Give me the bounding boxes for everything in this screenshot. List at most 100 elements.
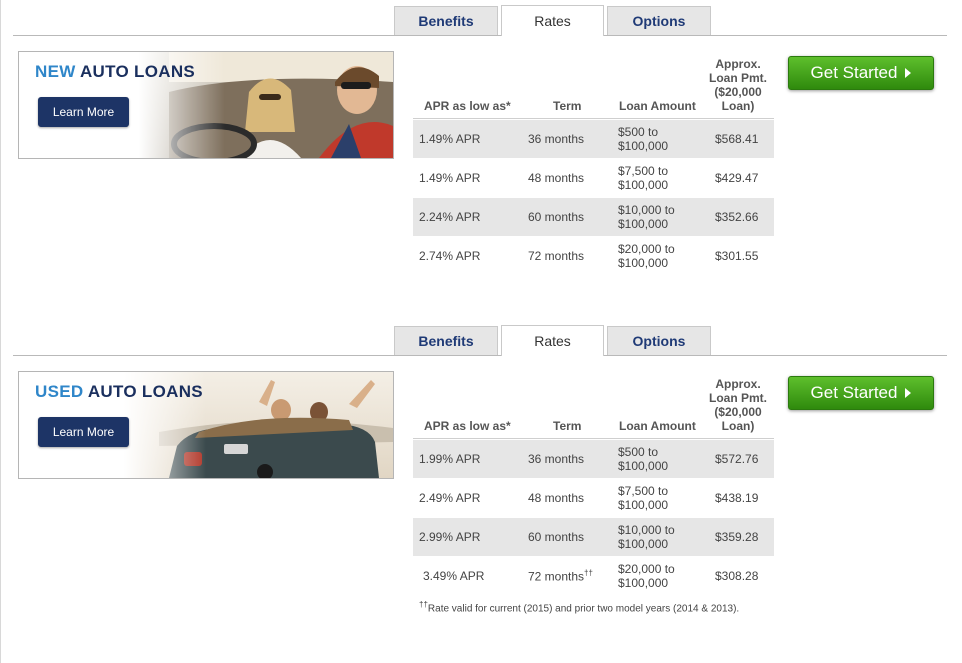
tab-benefits[interactable]: Benefits (394, 6, 498, 35)
cell-term: 48 months (528, 171, 585, 185)
amount-line: $500 to (618, 125, 659, 139)
table-header: APR as low as* Term Loan Amount Approx. … (413, 372, 774, 438)
get-started-button[interactable]: Get Started (788, 376, 934, 410)
amount-line: $100,000 (618, 576, 669, 590)
used-rates-table: APR as low as* Term Loan Amount Approx. … (413, 372, 774, 595)
get-started-label: Get Started (810, 383, 898, 402)
learn-more-button[interactable]: Learn More (38, 97, 129, 127)
promo-title-rest: AUTO LOANS (87, 382, 203, 401)
tab-options[interactable]: Options (607, 326, 711, 355)
new-auto-loans-section: Benefits Rates Options NEW AUTO LOANS Le… (0, 0, 962, 320)
amount-line: $7,500 to (618, 164, 669, 178)
cell-payment: $568.41 (715, 132, 759, 146)
tab-benefits[interactable]: Benefits (394, 326, 498, 355)
amount-line: $10,000 to (618, 523, 675, 537)
promo-title: USED AUTO LOANS (35, 382, 203, 402)
amount-line: $100,000 (618, 256, 669, 270)
table-row: 1.99% APR 36 months $500 to $100,000 $572… (413, 439, 774, 478)
footnote-marker: †† (419, 600, 428, 609)
amount-line: $7,500 to (618, 484, 669, 498)
amount-line: $100,000 (618, 537, 669, 551)
cell-term: 72 months†† (528, 569, 593, 584)
table-row: 2.74% APR 72 months $20,000 to $100,000 $… (413, 236, 774, 275)
amount-line: $100,000 (618, 217, 669, 231)
learn-more-button[interactable]: Learn More (38, 417, 129, 447)
header-pmt-line: ($20,000 (714, 405, 762, 419)
cell-loan-amount: $7,500 to $100,000 (618, 484, 668, 512)
get-started-button[interactable]: Get Started (788, 56, 934, 90)
header-apr: APR as low as* (424, 99, 511, 113)
cell-apr: 2.99% APR (419, 530, 481, 544)
header-pmt-line: Approx. (715, 57, 761, 71)
amount-line: $500 to (618, 445, 659, 459)
footnote-text: Rate valid for current (2015) and prior … (427, 603, 740, 615)
promo-title-accent: USED (35, 382, 84, 401)
header-pmt-line: ($20,000 (714, 85, 762, 99)
cell-loan-amount: $20,000 to $100,000 (618, 562, 675, 590)
cell-loan-amount: $500 to $100,000 (618, 445, 668, 473)
cell-term: 36 months (528, 132, 585, 146)
cell-term: 48 months (528, 491, 585, 505)
tab-underline (13, 355, 947, 356)
cell-payment: $429.47 (715, 171, 759, 185)
header-approx-payment: Approx. Loan Pmt. ($20,000 Loan) (705, 377, 771, 433)
cell-term: 60 months (528, 210, 585, 224)
amount-line: $20,000 to (618, 242, 675, 256)
promo-title: NEW AUTO LOANS (35, 62, 195, 82)
header-pmt-line: Approx. (715, 377, 761, 391)
cell-term: 72 months (528, 249, 585, 263)
rate-footnote: ††Rate valid for current (2015) and prio… (419, 600, 739, 614)
header-approx-payment: Approx. Loan Pmt. ($20,000 Loan) (705, 57, 771, 113)
amount-line: $100,000 (618, 498, 669, 512)
cell-apr: 2.74% APR (419, 249, 481, 263)
header-pmt-line: Loan Pmt. (708, 391, 767, 405)
term-value: 72 months (528, 569, 585, 584)
cell-payment: $352.66 (715, 210, 759, 224)
header-term: Term (553, 419, 582, 433)
cell-apr: 2.49% APR (419, 491, 481, 505)
cell-loan-amount: $500 to $100,000 (618, 125, 668, 153)
cell-loan-amount: $10,000 to $100,000 (618, 523, 675, 551)
cell-term: 60 months (528, 530, 585, 544)
table-row: 2.49% APR 48 months $7,500 to $100,000 $4… (413, 478, 774, 517)
cell-term: 36 months (528, 452, 585, 466)
amount-line: $100,000 (618, 459, 669, 473)
table-header: APR as low as* Term Loan Amount Approx. … (413, 52, 774, 118)
cell-apr: 1.49% APR (419, 132, 481, 146)
used-auto-loans-banner[interactable]: USED AUTO LOANS Learn More (18, 371, 394, 479)
cell-apr: 3.49% APR (423, 569, 485, 583)
header-loan-amount: Loan Amount (619, 99, 696, 113)
used-auto-loans-section: Benefits Rates Options USED AUTO LOANS L… (0, 320, 962, 640)
amount-line: $20,000 to (618, 562, 675, 576)
cell-loan-amount: $7,500 to $100,000 (618, 164, 668, 192)
header-pmt-line: Loan Pmt. (708, 71, 767, 85)
footnote-marker: †† (584, 568, 593, 578)
cell-loan-amount: $20,000 to $100,000 (618, 242, 675, 270)
new-auto-loans-banner[interactable]: NEW AUTO LOANS Learn More (18, 51, 394, 159)
cell-payment: $438.19 (715, 491, 759, 505)
table-row: 1.49% APR 36 months $500 to $100,000 $568… (413, 119, 774, 158)
tab-options[interactable]: Options (607, 6, 711, 35)
tab-rates[interactable]: Rates (501, 325, 604, 356)
cell-payment: $572.76 (715, 452, 759, 466)
get-started-label: Get Started (810, 63, 898, 82)
cell-payment: $308.28 (715, 569, 759, 583)
cell-payment: $359.28 (715, 530, 759, 544)
table-row: 2.99% APR 60 months $10,000 to $100,000 $… (413, 517, 774, 556)
chevron-right-icon (905, 68, 912, 78)
promo-title-accent: NEW (35, 62, 76, 81)
cell-apr: 2.24% APR (419, 210, 481, 224)
table-row: 3.49% APR 72 months†† $20,000 to $100,000… (413, 556, 774, 595)
cell-apr: 1.49% APR (419, 171, 481, 185)
cell-apr: 1.99% APR (419, 452, 481, 466)
cell-loan-amount: $10,000 to $100,000 (618, 203, 675, 231)
table-row: 1.49% APR 48 months $7,500 to $100,000 $4… (413, 158, 774, 197)
promo-title-rest: AUTO LOANS (79, 62, 196, 81)
table-row: 2.24% APR 60 months $10,000 to $100,000 $… (413, 197, 774, 236)
header-pmt-line: Loan) (721, 419, 755, 433)
header-term: Term (553, 99, 582, 113)
header-apr: APR as low as* (424, 419, 511, 433)
tab-rates[interactable]: Rates (501, 5, 604, 36)
amount-line: $100,000 (618, 178, 669, 192)
cell-payment: $301.55 (715, 249, 759, 263)
